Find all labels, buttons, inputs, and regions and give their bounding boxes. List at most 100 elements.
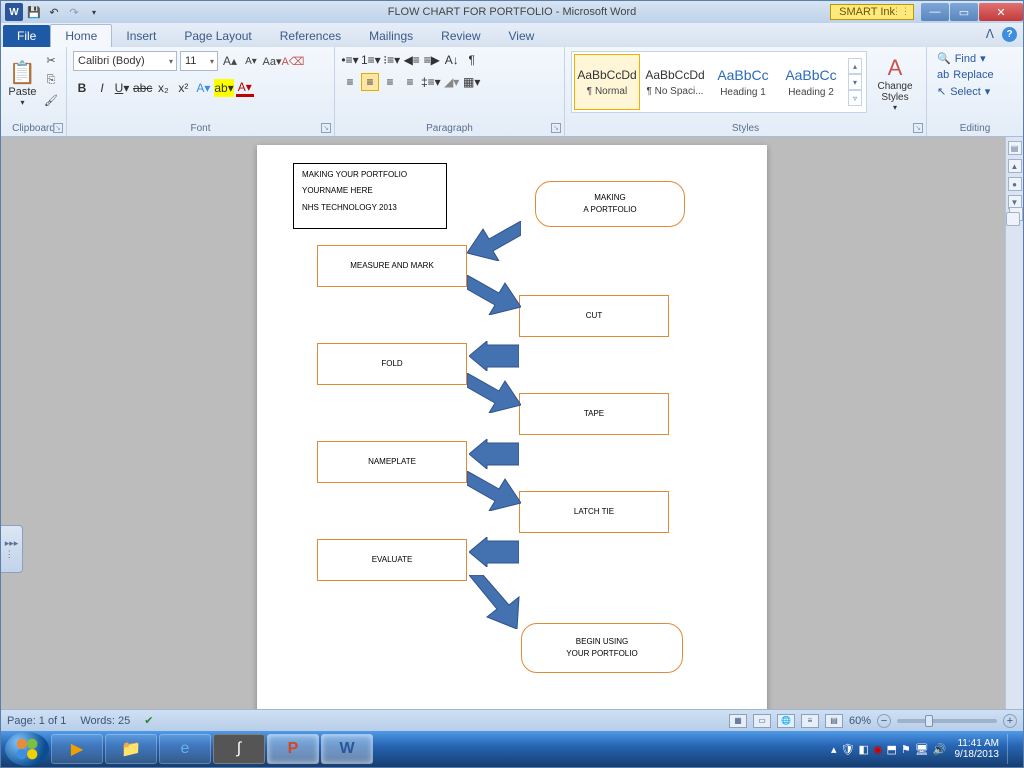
decrease-indent-icon[interactable]: ◀≡ <box>403 51 421 69</box>
gallery-down-icon[interactable]: ▾ <box>848 74 862 90</box>
qat-dropdown-icon[interactable]: ▾ <box>85 3 103 21</box>
flowchart-tape[interactable]: TAPE <box>519 393 669 435</box>
multilevel-list-icon[interactable]: ⁝≡▾ <box>383 51 401 69</box>
change-styles-button[interactable]: A Change Styles ▾ <box>871 51 919 115</box>
undo-icon[interactable]: ↶ <box>45 3 63 21</box>
tray-app1-icon[interactable]: ◧ <box>859 743 869 756</box>
bullets-icon[interactable]: •≡▾ <box>341 51 359 69</box>
task-powerpoint[interactable]: P <box>267 734 319 764</box>
align-center-icon[interactable]: ≡ <box>361 73 379 91</box>
draft-view-icon[interactable]: ▤ <box>825 714 843 728</box>
vertical-scrollbar[interactable] <box>1009 207 1023 221</box>
tray-shield-icon[interactable]: 🛡 <box>841 743 855 756</box>
justify-icon[interactable]: ≡ <box>401 73 419 91</box>
tray-flag-icon[interactable]: ⚑ <box>901 743 911 756</box>
arrow-8[interactable] <box>469 575 529 629</box>
tab-references[interactable]: References <box>266 25 355 47</box>
zoom-slider[interactable] <box>897 719 997 723</box>
full-screen-view-icon[interactable]: ▭ <box>753 714 771 728</box>
task-media-player[interactable]: ▶ <box>51 734 103 764</box>
gallery-more-icon[interactable]: ▿ <box>848 90 862 106</box>
task-ie[interactable]: e <box>159 734 211 764</box>
text-effects-icon[interactable]: A▾ <box>194 79 212 97</box>
flowchart-evaluate[interactable]: EVALUATE <box>317 539 467 581</box>
tab-insert[interactable]: Insert <box>112 25 170 47</box>
line-spacing-icon[interactable]: ‡≡▾ <box>421 73 441 91</box>
shading-icon[interactable]: ◢▾ <box>443 73 461 91</box>
font-size-combo[interactable]: 11 <box>180 51 218 71</box>
find-button[interactable]: 🔍Find ▾ <box>933 51 1017 66</box>
font-launcher[interactable]: ↘ <box>321 123 331 133</box>
tray-volume-icon[interactable]: 🔊 <box>933 743 947 756</box>
flowchart-end[interactable]: BEGIN USING YOUR PORTFOLIO <box>521 623 683 673</box>
format-painter-icon[interactable]: 🖌 <box>42 91 60 109</box>
italic-button[interactable]: I <box>93 79 111 97</box>
title-text-box[interactable]: MAKING YOUR PORTFOLIO YOURNAME HERE NHS … <box>293 163 447 229</box>
copy-icon[interactable]: ⎘ <box>42 71 60 89</box>
font-name-combo[interactable]: Calibri (Body) <box>73 51 177 71</box>
change-case-icon[interactable]: Aa▾ <box>263 52 281 70</box>
document-area[interactable]: MAKING YOUR PORTFOLIO YOURNAME HERE NHS … <box>1 137 1023 709</box>
tab-review[interactable]: Review <box>427 25 494 47</box>
zoom-out-button[interactable]: − <box>877 714 891 728</box>
proofing-icon[interactable]: ✔ <box>144 714 153 727</box>
side-panel-toggle[interactable]: ▸▸▸⋮ <box>1 525 23 573</box>
tab-view[interactable]: View <box>495 25 549 47</box>
nav-object-icon[interactable]: ● <box>1008 177 1022 191</box>
minimize-button[interactable]: — <box>921 3 949 21</box>
select-button[interactable]: ↖Select ▾ <box>933 84 1017 99</box>
arrow-3[interactable] <box>469 341 519 371</box>
arrow-2[interactable] <box>467 275 521 315</box>
flowchart-cut[interactable]: CUT <box>519 295 669 337</box>
style-heading2[interactable]: AaBbCcHeading 2 <box>778 54 844 110</box>
maximize-button[interactable]: ▭ <box>950 3 978 21</box>
print-layout-view-icon[interactable]: ▦ <box>729 714 747 728</box>
underline-button[interactable]: U▾ <box>113 79 131 97</box>
zoom-slider-thumb[interactable] <box>925 715 933 727</box>
clear-formatting-icon[interactable]: A⌫ <box>284 52 302 70</box>
flowchart-measure-mark[interactable]: MEASURE AND MARK <box>317 245 467 287</box>
sort-icon[interactable]: A↓ <box>443 51 461 69</box>
ruler-toggle-icon[interactable]: ▤ <box>1008 141 1022 155</box>
start-button[interactable] <box>5 732 49 766</box>
font-color-icon[interactable]: A▾ <box>236 79 254 97</box>
task-word[interactable]: W <box>321 734 373 764</box>
task-smart[interactable]: ∫ <box>213 734 265 764</box>
help-icon[interactable]: ? <box>1002 27 1017 42</box>
flowchart-latch-tie[interactable]: LATCH TIE <box>519 491 669 533</box>
paste-button[interactable]: 📋 Paste ▾ <box>7 51 38 115</box>
tab-page-layout[interactable]: Page Layout <box>170 25 265 47</box>
show-marks-icon[interactable]: ¶ <box>463 51 481 69</box>
tray-up-icon[interactable]: ▴ <box>831 743 837 756</box>
web-layout-view-icon[interactable]: 🌐 <box>777 714 795 728</box>
grow-font-icon[interactable]: A▴ <box>221 52 239 70</box>
shrink-font-icon[interactable]: A▾ <box>242 52 260 70</box>
cut-icon[interactable]: ✂ <box>42 51 60 69</box>
word-count[interactable]: Words: 25 <box>80 715 130 727</box>
flowchart-nameplate[interactable]: NAMEPLATE <box>317 441 467 483</box>
page[interactable]: MAKING YOUR PORTFOLIO YOURNAME HERE NHS … <box>257 145 767 709</box>
flowchart-start[interactable]: MAKING A PORTFOLIO <box>535 181 685 227</box>
arrow-1[interactable] <box>467 221 521 261</box>
tab-home[interactable]: Home <box>50 24 112 47</box>
replace-button[interactable]: abReplace <box>933 68 1017 82</box>
tab-mailings[interactable]: Mailings <box>355 25 427 47</box>
nav-up-icon[interactable]: ▲ <box>1008 159 1022 173</box>
tray-app2-icon[interactable]: ◉ <box>873 743 883 756</box>
highlight-icon[interactable]: ab▾ <box>214 79 233 97</box>
arrow-6[interactable] <box>467 471 521 511</box>
word-icon[interactable]: W <box>5 3 23 21</box>
redo-icon[interactable]: ↷ <box>65 3 83 21</box>
arrow-7[interactable] <box>469 537 519 567</box>
minimize-ribbon-icon[interactable]: ᐱ <box>986 27 994 42</box>
smart-ink-badge[interactable]: SMART Ink <box>830 4 914 20</box>
strikethrough-button[interactable]: abc <box>133 79 152 97</box>
zoom-in-button[interactable]: + <box>1003 714 1017 728</box>
style-normal[interactable]: AaBbCcDd¶ Normal <box>574 54 640 110</box>
show-desktop-button[interactable] <box>1007 734 1015 764</box>
styles-launcher[interactable]: ↘ <box>913 123 923 133</box>
outline-view-icon[interactable]: ≡ <box>801 714 819 728</box>
numbering-icon[interactable]: 1≡▾ <box>361 51 381 69</box>
close-button[interactable]: ✕ <box>979 3 1023 21</box>
arrow-4[interactable] <box>467 373 521 413</box>
